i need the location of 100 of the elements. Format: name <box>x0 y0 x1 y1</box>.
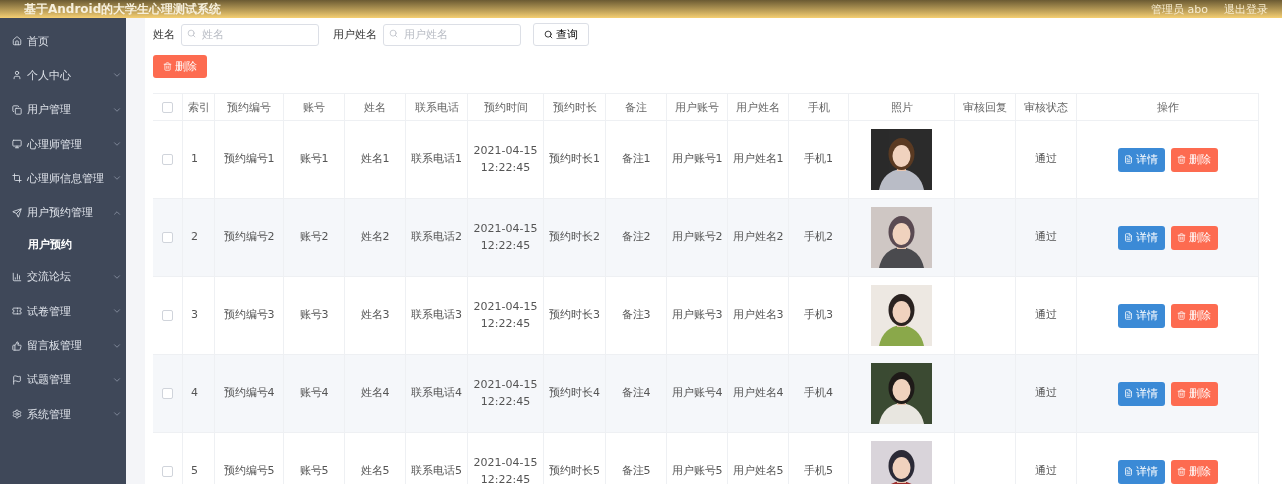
table-cell: 姓名2 <box>360 229 390 246</box>
table-cell: 用户姓名3 <box>732 307 784 324</box>
table-cell: 备注4 <box>621 385 651 402</box>
search-field[interactable]: 姓名 <box>181 23 319 46</box>
table-cell: 备注2 <box>621 229 651 246</box>
table-cell: 备注5 <box>621 463 651 480</box>
menu-item[interactable]: 心理师信息管理 <box>0 161 126 196</box>
table-cell: 姓名3 <box>360 307 390 324</box>
table-cell: 预约时长5 <box>549 463 600 480</box>
table-cell: 账号4 <box>299 385 329 402</box>
table-cell: 账号2 <box>299 229 329 246</box>
table-cell: 备注1 <box>621 151 651 168</box>
details-button[interactable]: 详情 <box>1117 303 1165 328</box>
field-label: 用户姓名 <box>333 26 377 42</box>
document-icon <box>1124 311 1133 320</box>
table-cell: 备注3 <box>621 307 651 324</box>
ticket-icon <box>12 306 22 317</box>
checkbox[interactable] <box>162 310 173 321</box>
menu-item[interactable]: 首页 <box>0 24 126 59</box>
send-icon <box>12 207 22 218</box>
thumbs-up-icon <box>12 340 22 351</box>
table-cell: 2 <box>191 229 198 246</box>
trash-icon <box>1177 311 1186 320</box>
table-cell: 1 <box>191 151 198 168</box>
table-cell: 姓名1 <box>360 151 390 168</box>
details-button[interactable]: 详情 <box>1117 459 1165 484</box>
trash-icon <box>1177 467 1186 476</box>
table-cell: 账号5 <box>299 463 329 480</box>
search-button[interactable]: 查询 <box>533 22 589 46</box>
trash-icon <box>1177 389 1186 398</box>
status-text: 通过 <box>1035 229 1057 246</box>
search-icon <box>389 29 398 38</box>
menu-item[interactable]: 个人中心 <box>0 58 126 93</box>
table-cell: 预约时长3 <box>549 307 600 324</box>
search-field[interactable]: 用户姓名 <box>383 23 521 46</box>
table-cell: 账号3 <box>299 307 329 324</box>
menu-item[interactable]: 试卷管理 <box>0 294 126 329</box>
table-cell: 账号1 <box>299 151 329 168</box>
checkbox[interactable] <box>162 388 173 399</box>
table-cell-text: 2021-04-15 12:22:45 <box>472 455 539 484</box>
table-cell: 预约编号3 <box>223 307 275 324</box>
checkbox[interactable] <box>162 466 173 477</box>
app-title: 基于Android的大学生心理测试系统 <box>24 0 222 18</box>
checkbox[interactable] <box>162 101 173 113</box>
copy-icon <box>12 104 22 115</box>
document-icon <box>1124 155 1133 164</box>
status-text: 通过 <box>1035 385 1057 402</box>
home-icon <box>12 36 22 47</box>
search-icon <box>544 29 553 39</box>
menu-item[interactable]: 交流论坛 <box>0 259 126 295</box>
crop-icon <box>12 173 22 184</box>
table-cell: 预约编号4 <box>223 385 275 402</box>
table-cell: 3 <box>191 307 198 324</box>
table-cell: 手机5 <box>804 463 833 480</box>
menu-item[interactable]: 用户预约管理 <box>0 195 126 230</box>
status-text: 通过 <box>1035 307 1057 324</box>
checkbox[interactable] <box>162 154 173 165</box>
trash-icon <box>163 62 172 71</box>
table-cell-text: 2021-04-15 12:22:45 <box>472 299 539 332</box>
menu-item[interactable]: 用户管理 <box>0 92 126 127</box>
document-icon <box>1124 233 1133 242</box>
table-cell: 用户账号4 <box>671 385 723 402</box>
table-cell-text: 2021-04-15 12:22:45 <box>472 377 539 410</box>
table-cell: 预约时长1 <box>549 151 600 168</box>
document-icon <box>1124 389 1133 398</box>
table-cell: 联系电话5 <box>411 463 462 480</box>
table-cell: 联系电话4 <box>411 385 462 402</box>
details-button[interactable]: 详情 <box>1117 381 1165 406</box>
table-cell: 联系电话2 <box>411 229 462 246</box>
details-button[interactable]: 详情 <box>1117 147 1165 172</box>
menu-item[interactable]: 系统管理 <box>0 396 126 432</box>
table-cell: 预约时长2 <box>549 229 600 246</box>
table-cell: 用户姓名2 <box>732 229 784 246</box>
table-cell: 预约编号2 <box>223 229 275 246</box>
chart-icon <box>12 271 22 282</box>
table-cell-text: 2021-04-15 12:22:45 <box>472 143 539 176</box>
search-icon <box>187 29 196 38</box>
checkbox[interactable] <box>162 232 173 243</box>
table-cell: 用户姓名4 <box>732 385 784 402</box>
trash-icon <box>1177 233 1186 242</box>
status-text: 通过 <box>1035 463 1057 480</box>
menu-item[interactable]: 试题管理 <box>0 362 126 397</box>
table-cell: 预约编号5 <box>223 463 275 480</box>
table-cell-text: 2021-04-15 12:22:45 <box>472 221 539 254</box>
table-cell: 用户账号3 <box>671 307 723 324</box>
field-label: 姓名 <box>153 26 175 42</box>
table-cell: 用户账号5 <box>671 463 723 480</box>
menu-item[interactable]: 留言板管理 <box>0 328 126 363</box>
submenu-item[interactable]: 用户预约 <box>0 229 126 260</box>
monitor-icon <box>12 139 22 150</box>
document-icon <box>1124 467 1133 476</box>
menu-item[interactable]: 心理师管理 <box>0 126 126 162</box>
flag-icon <box>12 374 22 385</box>
table-cell: 用户账号2 <box>671 229 723 246</box>
table-cell: 4 <box>191 385 198 402</box>
details-button[interactable]: 详情 <box>1117 225 1165 250</box>
table-cell: 联系电话3 <box>411 307 462 324</box>
trash-icon <box>1177 155 1186 164</box>
table-cell: 5 <box>191 463 198 480</box>
gear-icon <box>12 409 22 420</box>
